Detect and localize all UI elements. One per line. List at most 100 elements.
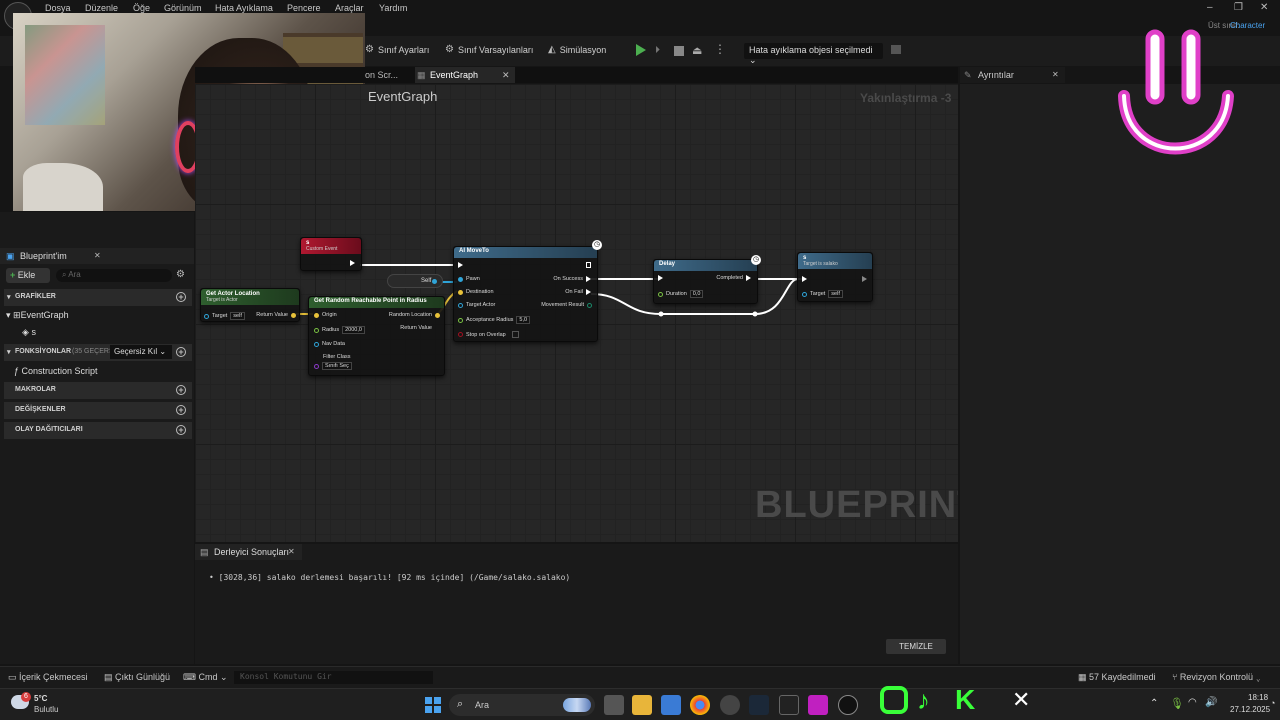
microphone-icon[interactable]: 🎙 xyxy=(1170,697,1184,710)
add-graph-icon[interactable]: + xyxy=(176,292,186,302)
tree-eventgraph[interactable]: ▾ ⊞EventGraph xyxy=(6,310,69,321)
random-point-radius-field[interactable]: 2000,0 xyxy=(342,326,365,334)
play-icon[interactable] xyxy=(636,44,646,56)
menu-help[interactable]: Yardım xyxy=(379,3,407,13)
get-actor-location-node[interactable]: Get Actor Location Target is Actor Target… xyxy=(200,288,300,322)
random-point-origin-pin[interactable]: Origin xyxy=(314,312,337,318)
delay-duration-field[interactable]: 0,0 xyxy=(689,290,704,298)
ai-moveto-success-pin[interactable]: On Success xyxy=(553,276,591,282)
s-call-target-value[interactable]: self xyxy=(828,290,843,298)
override-dropdown[interactable]: Geçersiz Kıl ⌄ xyxy=(110,345,172,359)
tab-close-icon[interactable]: ✕ xyxy=(502,70,510,81)
unreal-engine-icon[interactable] xyxy=(838,695,858,715)
random-point-radius-pin[interactable]: Radius 2000,0 xyxy=(314,326,365,334)
ai-moveto-exec-in[interactable] xyxy=(458,262,463,268)
delay-node[interactable]: Delay Completed Duration 0,0 xyxy=(653,259,758,304)
section-functions[interactable]: ▾ FONKSİYONLAR (35 GEÇERS Geçersiz Kıl ⌄ + xyxy=(4,344,192,361)
epic-games-icon[interactable] xyxy=(779,695,799,715)
details-close-icon[interactable]: ✕ xyxy=(1052,70,1059,79)
get-actor-location-return-pin[interactable]: Return Value xyxy=(256,312,296,318)
stop-overlap-checkbox[interactable] xyxy=(511,331,519,338)
stop-icon[interactable] xyxy=(674,46,684,56)
random-point-navdata-pin[interactable]: Nav Data xyxy=(314,341,345,347)
compiler-close-icon[interactable]: ✕ xyxy=(288,547,295,556)
get-actor-location-target-pin[interactable]: Target self xyxy=(204,312,245,320)
ai-moveto-destination-pin[interactable]: Destination xyxy=(458,289,494,295)
s-call-target-pin[interactable]: Target self xyxy=(802,290,843,298)
pink-app-icon[interactable] xyxy=(808,695,828,715)
eject-icon[interactable]: ⏏ xyxy=(692,44,702,57)
menu-tools[interactable]: Araçlar xyxy=(335,3,364,13)
ai-moveto-target-actor-pin[interactable]: Target Actor xyxy=(458,302,495,308)
clock-time[interactable]: 18:18 xyxy=(1248,693,1268,702)
random-point-node[interactable]: Get Random Reachable Point in Radius Ori… xyxy=(308,296,445,376)
menu-edit[interactable]: Düzenle xyxy=(85,3,118,13)
ai-moveto-acceptance-pin[interactable]: Acceptance Radius 5,0 xyxy=(458,316,531,324)
ai-moveto-stop-overlap-pin[interactable]: Stop on Overlap xyxy=(458,331,519,338)
taskbar-search[interactable]: ⌕ Ara xyxy=(449,694,595,716)
section-variables[interactable]: DEĞİŞKENLER + xyxy=(4,402,192,419)
compiler-tab[interactable]: ▤ Derleyici Sonuçları ✕ xyxy=(195,544,302,560)
menu-debug[interactable]: Hata Ayıklama xyxy=(215,3,273,13)
ai-moveto-acceptance-field[interactable]: 5,0 xyxy=(516,316,531,324)
section-graphs[interactable]: ▾ GRAFİKLER + xyxy=(4,289,192,306)
custom-event-exec-out[interactable] xyxy=(350,260,355,266)
step-icon[interactable]: ⏵ xyxy=(655,45,660,56)
close-icon[interactable]: ✕ xyxy=(1260,2,1268,13)
class-defaults-button[interactable]: ⚙ Sınıf Varsayılanları xyxy=(445,44,533,55)
ai-moveto-exec-out[interactable] xyxy=(586,262,591,268)
steam-icon[interactable] xyxy=(749,695,769,715)
store-icon[interactable] xyxy=(661,695,681,715)
delay-exec-in[interactable] xyxy=(658,275,663,281)
github-icon[interactable] xyxy=(720,695,740,715)
minimize-icon[interactable]: – xyxy=(1207,2,1213,13)
random-point-filter-pin[interactable]: Sınıfı Seç xyxy=(314,362,352,370)
delay-completed-pin[interactable]: Completed xyxy=(716,275,751,281)
unsaved-button[interactable]: ▦ 57 Kaydedilmedi xyxy=(1078,672,1156,683)
blueprint-panel-close-icon[interactable]: ✕ xyxy=(94,251,101,260)
add-dispatcher-icon[interactable]: + xyxy=(176,425,186,435)
simulation-button[interactable]: ◭ Simülasyon xyxy=(548,44,606,55)
self-node-pin[interactable] xyxy=(432,279,437,284)
delay-duration-pin[interactable]: Duration 0,0 xyxy=(658,290,704,298)
add-function-icon[interactable]: + xyxy=(176,347,186,357)
self-node[interactable]: Self xyxy=(387,274,443,288)
random-point-location-pin[interactable]: Random Location xyxy=(389,312,440,318)
clear-button[interactable]: TEMİZLE xyxy=(886,639,946,654)
ai-moveto-result-pin[interactable]: Movement Result xyxy=(541,302,592,308)
add-variable-icon[interactable]: + xyxy=(176,405,186,415)
tray-expand-icon[interactable]: ⌃ xyxy=(1150,698,1158,709)
custom-event-node[interactable]: s Custom Event xyxy=(300,237,362,271)
add-button[interactable]: + Ekle xyxy=(6,268,50,283)
output-log-button[interactable]: ▤ Çıktı Günlüğü xyxy=(104,672,170,683)
ai-moveto-fail-pin[interactable]: On Fail xyxy=(565,289,591,295)
menu-file[interactable]: Dosya xyxy=(45,3,71,13)
tree-construction-script[interactable]: ƒ Construction Script xyxy=(14,366,98,376)
graph-canvas[interactable]: EventGraph Yakınlaştırma -3 BLUEPRINT sC… xyxy=(195,84,958,542)
content-drawer-button[interactable]: ▭ İçerik Çekmecesi xyxy=(8,672,88,683)
section-dispatchers[interactable]: OLAY DAĞITICILARI + xyxy=(4,422,192,439)
random-point-return-pin[interactable]: Return Value xyxy=(400,325,432,331)
settings-gear-icon[interactable]: ⚙ xyxy=(176,269,185,280)
wifi-icon[interactable]: ◠ xyxy=(1188,697,1197,708)
s-function-call-node[interactable]: s Target is salako Target self xyxy=(797,252,873,302)
random-point-filter-select[interactable]: Sınıfı Seç xyxy=(322,362,352,370)
chrome-icon[interactable] xyxy=(690,695,710,715)
task-view-icon[interactable] xyxy=(604,695,624,715)
section-macros[interactable]: MAKROLAR + xyxy=(4,382,192,399)
ai-moveto-node[interactable]: AI MoveTo Pawn Destination Target Actor … xyxy=(453,246,598,342)
class-settings-button[interactable]: ⚙ Sınıf Ayarları xyxy=(365,44,429,55)
tab-construction-script[interactable]: on Scr... xyxy=(365,70,398,80)
s-call-exec-out[interactable] xyxy=(862,276,867,282)
get-actor-location-target-value[interactable]: self xyxy=(230,312,245,320)
weather-temp[interactable]: 5°C xyxy=(34,694,47,703)
more-options-icon[interactable]: ⋮ xyxy=(714,42,726,56)
menu-asset[interactable]: Öğe xyxy=(133,3,150,13)
s-call-exec-in[interactable] xyxy=(802,276,807,282)
menu-window[interactable]: Pencere xyxy=(287,3,321,13)
clock-date[interactable]: 27.12.2025 xyxy=(1230,705,1270,714)
tree-event-s[interactable]: ◈ s xyxy=(22,327,36,338)
menu-view[interactable]: Görünüm xyxy=(164,3,202,13)
console-input[interactable]: Konsol Komutunu Gir xyxy=(234,671,433,684)
file-explorer-icon[interactable] xyxy=(632,695,652,715)
